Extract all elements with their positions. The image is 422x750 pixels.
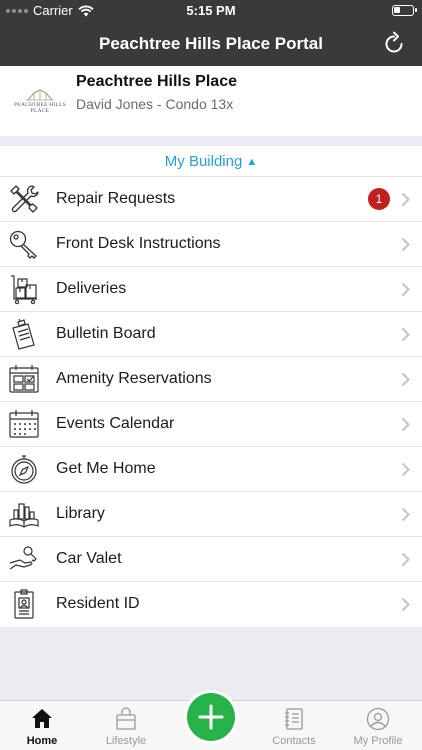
menu-item-label: Front Desk Instructions [56, 235, 221, 252]
notification-badge: 1 [368, 188, 390, 210]
menu-section-title: My Building [164, 153, 243, 170]
menu-item-library[interactable]: Library [0, 492, 422, 537]
menu-item-car-valet[interactable]: Car Valet [0, 537, 422, 582]
status-time: 5:15 PM [186, 3, 236, 18]
menu-item-repair-requests[interactable]: Repair Requests 1 [0, 177, 422, 222]
chevron-right-icon [401, 237, 410, 252]
property-name: Peachtree Hills Place [76, 73, 237, 90]
chevron-right-icon [401, 462, 410, 477]
menu-item-label: Bulletin Board [56, 325, 156, 342]
chevron-right-icon [401, 552, 410, 567]
menu-item-label: Deliveries [56, 280, 127, 297]
logo-text: PEACHTREE HILLS PLACE [14, 102, 66, 114]
status-bar: Carrier 5:15 PM [0, 0, 422, 22]
menu-item-events-calendar[interactable]: Events Calendar [0, 402, 422, 447]
add-button[interactable] [187, 693, 235, 741]
tab-contacts[interactable]: Contacts [252, 707, 336, 747]
refresh-icon[interactable] [380, 30, 408, 58]
reservation-grid-icon [9, 365, 39, 393]
chevron-right-icon [401, 372, 410, 387]
chevron-right-icon [401, 597, 410, 612]
menu-item-label: Car Valet [56, 550, 122, 567]
resident-info: David Jones - Condo 13x [76, 96, 234, 112]
chevron-right-icon [401, 507, 410, 522]
caret-up-icon: ▲ [246, 156, 258, 168]
id-badge-icon [14, 589, 34, 619]
tab-label: My Profile [353, 735, 403, 747]
chevron-right-icon [401, 417, 410, 432]
menu-item-get-me-home[interactable]: Get Me Home [0, 447, 422, 492]
menu-section-header[interactable]: My Building ▲ [0, 146, 422, 177]
tab-label: Home [26, 735, 58, 747]
compass-icon [11, 455, 37, 484]
book-city-icon [9, 503, 39, 528]
tab-lifestyle[interactable]: Lifestyle [84, 707, 168, 747]
home-icon [32, 709, 52, 728]
tools-icon [10, 185, 39, 213]
building-menu: My Building ▲ Repair Requests 1 Front Des… [0, 146, 422, 627]
profile-icon [366, 707, 390, 731]
menu-item-deliveries[interactable]: Deliveries [0, 267, 422, 312]
contacts-book-icon [285, 708, 303, 730]
menu-item-bulletin-board[interactable]: Bulletin Board [0, 312, 422, 357]
key-icon [9, 230, 37, 259]
calendar-icon [9, 410, 39, 438]
menu-item-label: Amenity Reservations [56, 370, 212, 387]
nav-title: Peachtree Hills Place Portal [99, 34, 323, 53]
package-cart-icon [11, 275, 37, 305]
battery-icon [392, 5, 417, 16]
menu-item-label: Library [56, 505, 105, 522]
menu-item-label: Events Calendar [56, 415, 175, 432]
menu-item-resident-id[interactable]: Resident ID [0, 582, 422, 627]
navigation-bar: Peachtree Hills Place Portal [0, 22, 422, 66]
chevron-right-icon [401, 327, 410, 342]
tab-my-profile[interactable]: My Profile [336, 707, 420, 747]
menu-item-label: Repair Requests [56, 190, 176, 207]
tab-label: Lifestyle [105, 735, 147, 747]
menu-item-amenity-reservations[interactable]: Amenity Reservations [0, 357, 422, 402]
clipboard-icon [12, 318, 35, 350]
section-divider [0, 136, 422, 146]
menu-item-label: Get Me Home [56, 460, 156, 477]
car-key-hand-icon [9, 546, 37, 570]
menu-item-front-desk-instructions[interactable]: Front Desk Instructions [0, 222, 422, 267]
chevron-right-icon [401, 282, 410, 297]
plus-icon [198, 704, 224, 730]
property-logo: PEACHTREE HILLS PLACE [14, 88, 66, 114]
property-header: PEACHTREE HILLS PLACE Peachtree Hills Pl… [0, 66, 422, 136]
tab-label: Contacts [272, 735, 316, 747]
menu-item-label: Resident ID [56, 595, 140, 612]
building-logo-icon [26, 89, 54, 101]
tab-home[interactable]: Home [0, 707, 84, 747]
bag-icon [116, 707, 136, 730]
chevron-right-icon [401, 192, 410, 207]
